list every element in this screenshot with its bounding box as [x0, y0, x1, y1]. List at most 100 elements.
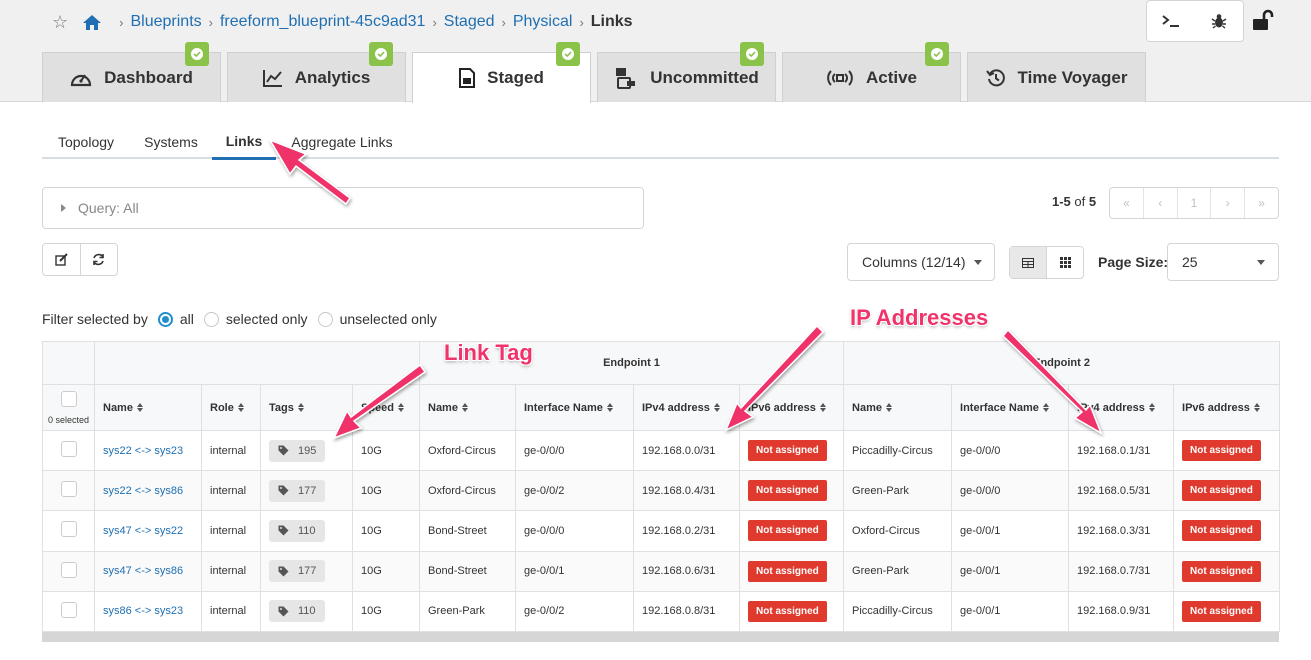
tab-label: Analytics [294, 67, 371, 87]
breadcrumb-staged[interactable]: Staged [444, 13, 495, 31]
home-icon[interactable] [82, 13, 102, 31]
filter-option-selected[interactable]: selected only [203, 311, 308, 327]
header-speed[interactable]: Speed [352, 384, 420, 431]
table-row[interactable]: sys47 <-> sys22 internal 110 10G Bond-Street… [42, 510, 1281, 552]
role-text: internal [210, 605, 247, 618]
current-page[interactable]: 1 [1178, 188, 1212, 218]
sort-icon[interactable] [885, 403, 892, 413]
table-row[interactable]: sys22 <-> sys23 internal 195 10G Oxford-Circ… [42, 429, 1281, 472]
first-page-button[interactable]: « [1110, 188, 1144, 218]
filter-option-all[interactable]: all [157, 311, 194, 327]
subtab-links[interactable]: Links [212, 124, 276, 160]
header-link-name[interactable]: Name [94, 384, 202, 431]
header-ep2-ipv6[interactable]: IPv6 address [1173, 384, 1281, 431]
last-page-button[interactable]: » [1245, 188, 1278, 218]
ep2-interface-text: ge-0/0/0 [960, 484, 1001, 497]
tag-badge[interactable]: 177 [269, 560, 326, 583]
next-page-button[interactable]: › [1211, 188, 1246, 218]
filter-option-unselected[interactable]: unselected only [317, 311, 437, 327]
sort-icon[interactable] [1253, 403, 1260, 413]
page-size-label: Page Size: [1098, 254, 1169, 270]
tag-badge[interactable]: 110 [269, 600, 325, 623]
broadcast-icon [826, 69, 854, 87]
row-checkbox[interactable] [60, 441, 77, 458]
check-icon [740, 42, 764, 66]
columns-dropdown[interactable]: Columns (12/14) [847, 243, 995, 281]
radio-label: selected only [225, 311, 308, 327]
breadcrumb-blueprint[interactable]: freeform_blueprint-45c9ad31 [220, 13, 425, 31]
table-row[interactable]: sys47 <-> sys86 internal 177 10G Bond-Street… [42, 550, 1281, 592]
tab-label: Time Voyager [1017, 67, 1128, 87]
breadcrumb-physical[interactable]: Physical [513, 13, 573, 31]
sort-icon[interactable] [713, 403, 720, 413]
refresh-button[interactable] [81, 244, 118, 275]
sort-icon[interactable] [1148, 403, 1155, 413]
horizontal-scrollbar[interactable] [42, 632, 1279, 642]
row-checkbox[interactable] [60, 561, 77, 578]
cell-tags: 110 [260, 590, 353, 632]
header-ep1-ipv4[interactable]: IPv4 address [633, 384, 740, 431]
header-label: Name [428, 401, 458, 414]
speed-text: 10G [361, 565, 382, 578]
sort-icon[interactable] [1042, 403, 1049, 413]
row-checkbox[interactable] [60, 601, 77, 618]
page-size-select[interactable]: 25 [1167, 243, 1279, 281]
header-link-group [94, 341, 420, 385]
link-name-text[interactable]: sys22 <-> sys23 [103, 445, 183, 457]
check-icon [925, 42, 949, 66]
grid-view-icon[interactable] [1047, 247, 1083, 278]
header-tags[interactable]: Tags [260, 384, 353, 431]
link-name-text[interactable]: sys47 <-> sys22 [103, 525, 183, 537]
sort-icon[interactable] [819, 403, 826, 413]
cell-tags: 110 [260, 510, 353, 552]
cell-ep2-ipv4: 192.168.0.3/31 [1068, 510, 1175, 552]
breadcrumb-blueprints[interactable]: Blueprints [130, 13, 201, 31]
lock-icon[interactable] [1250, 8, 1274, 32]
sort-icon[interactable] [606, 403, 613, 413]
header-ep2-name[interactable]: Name [843, 384, 953, 431]
link-name-text[interactable]: sys86 <-> sys23 [103, 605, 183, 617]
table-row[interactable]: sys86 <-> sys23 internal 110 10G Green-Park g… [42, 590, 1281, 632]
link-name-text[interactable]: sys47 <-> sys86 [103, 565, 183, 577]
radio-button[interactable] [157, 311, 173, 327]
cell-ep1-name: Bond-Street [419, 510, 516, 552]
cell-ep1-interface: ge-0/0/0 [515, 429, 634, 472]
radio-button[interactable] [203, 311, 219, 327]
radio-button[interactable] [317, 311, 333, 327]
tab-time-voyager[interactable]: Time Voyager [967, 52, 1146, 102]
not-assigned-badge: Not assigned [748, 600, 827, 622]
row-checkbox[interactable] [60, 481, 77, 498]
header-ep2-interface[interactable]: Interface Name [951, 384, 1070, 431]
sort-icon[interactable] [461, 403, 468, 413]
bug-icon[interactable] [1195, 1, 1243, 41]
header-ep1-name[interactable]: Name [419, 384, 516, 431]
ep2-interface-text: ge-0/0/1 [960, 524, 1001, 537]
header-label: IPv4 address [1077, 401, 1145, 414]
sort-icon[interactable] [237, 403, 244, 413]
subtab-aggregate-links[interactable]: Aggregate Links [280, 124, 404, 159]
star-icon[interactable]: ☆ [52, 12, 68, 33]
subtab-systems[interactable]: Systems [130, 124, 212, 159]
sort-icon[interactable] [398, 403, 405, 413]
terminal-icon[interactable] [1147, 1, 1195, 41]
select-all-checkbox[interactable] [60, 390, 77, 407]
header-ep2-ipv4[interactable]: IPv4 address [1068, 384, 1175, 431]
header-ep1-interface[interactable]: Interface Name [515, 384, 634, 431]
prev-page-button[interactable]: ‹ [1144, 188, 1178, 218]
sort-icon[interactable] [136, 403, 143, 413]
chevron-right-icon: › [432, 14, 437, 30]
row-checkbox[interactable] [60, 521, 77, 538]
query-filter[interactable]: Query: All [42, 187, 644, 229]
header-role[interactable]: Role [201, 384, 261, 431]
edit-button[interactable] [43, 244, 81, 275]
subtab-topology[interactable]: Topology [42, 124, 130, 159]
link-name-text[interactable]: sys22 <-> sys86 [103, 485, 183, 497]
table-row[interactable]: sys22 <-> sys86 internal 177 10G Oxford-Circ… [42, 470, 1281, 512]
sort-icon[interactable] [297, 403, 304, 413]
cell-speed: 10G [352, 590, 420, 632]
header-ep1-ipv6[interactable]: IPv6 address [738, 384, 845, 431]
tag-badge[interactable]: 195 [269, 439, 326, 462]
tag-badge[interactable]: 177 [269, 479, 326, 502]
tag-badge[interactable]: 110 [269, 519, 325, 542]
table-view-icon[interactable] [1010, 247, 1047, 278]
